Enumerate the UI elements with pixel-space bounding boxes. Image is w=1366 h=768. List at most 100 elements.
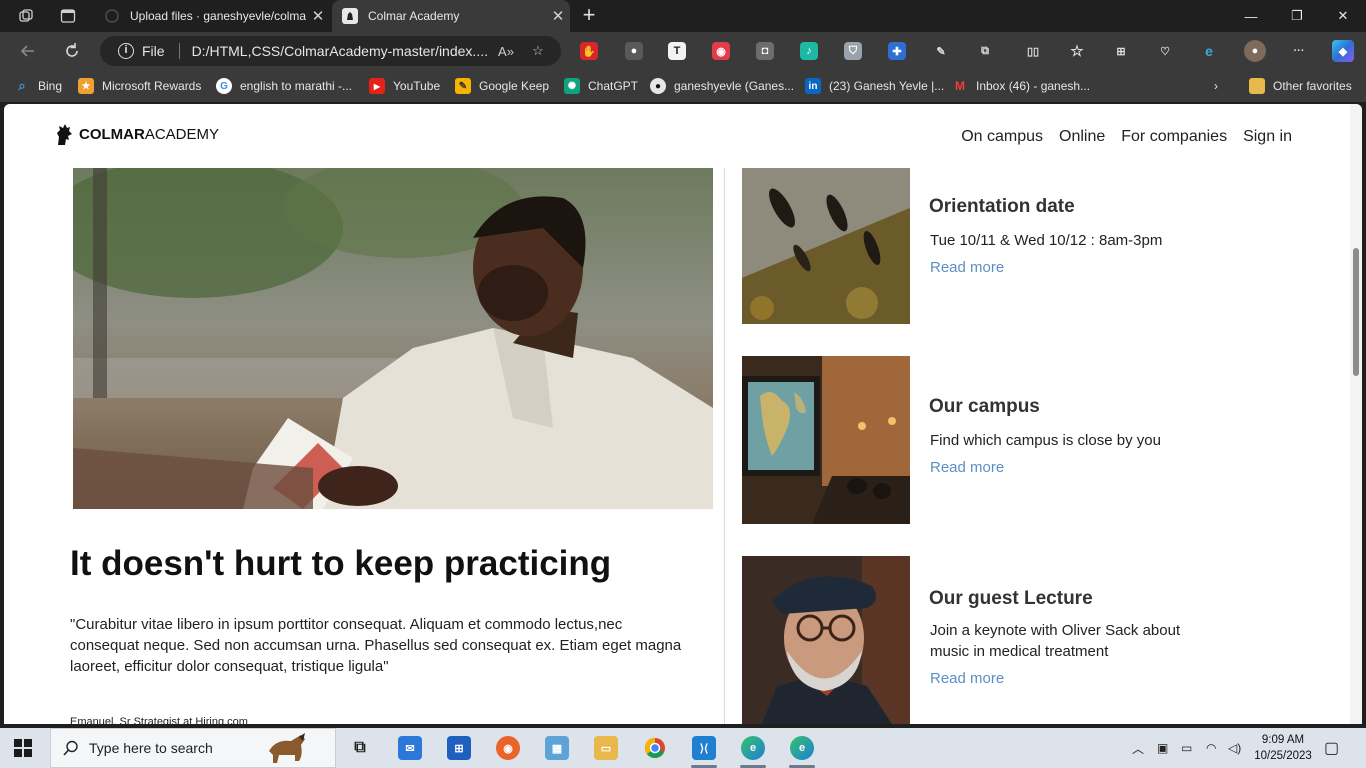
rewards-icon: ★	[78, 78, 94, 94]
google-icon: G	[216, 78, 232, 94]
volume-icon[interactable]: ◁)	[1228, 728, 1241, 768]
profile-avatar[interactable]: ●	[1244, 40, 1266, 62]
card-text: Tue 10/11 & Wed 10/12 : 8am-3pm	[930, 232, 1163, 249]
column-divider	[724, 168, 725, 724]
workspaces-icon[interactable]	[18, 8, 34, 24]
camera-extension-icon[interactable]: ◘	[756, 42, 774, 60]
search-icon: ⌕	[18, 78, 26, 93]
file-explorer-icon[interactable]: ▭	[594, 736, 618, 760]
favorite-english-to-marathi[interactable]: G english to marathi -...	[216, 77, 352, 95]
mouse-extension-icon[interactable]: ●	[625, 42, 643, 60]
github-icon: ●	[650, 78, 666, 94]
folder-icon	[1249, 78, 1265, 94]
clock-date: 10/25/2023	[1254, 750, 1312, 762]
card-title: Our guest Lecture	[929, 588, 1093, 609]
url-text[interactable]: D:/HTML,CSS/ColmarAcademy-master/index..…	[192, 43, 497, 59]
page-scrollbar[interactable]	[1350, 104, 1362, 724]
new-tab-icon[interactable]: +	[578, 4, 600, 26]
vertical-tabs-icon[interactable]	[60, 8, 76, 24]
favorite-linkedin[interactable]: in (23) Ganesh Yevle |...	[805, 77, 944, 95]
browser-tab-strip: Upload files · ganeshyevle/colmar ✕ Colm…	[0, 0, 1366, 32]
show-hidden-icons-icon[interactable]: ︿	[1132, 728, 1144, 768]
back-icon[interactable]	[18, 41, 38, 61]
minimize-icon[interactable]: —	[1228, 0, 1274, 32]
favorite-gmail[interactable]: M Inbox (46) - ganesh...	[952, 77, 1090, 95]
read-more-link[interactable]: Read more	[930, 670, 1004, 687]
edge-dev-icon[interactable]: e	[790, 736, 814, 760]
address-bar[interactable]: i File D:/HTML,CSS/ColmarAcademy-master/…	[100, 36, 561, 66]
close-tab-icon[interactable]: ✕	[306, 7, 330, 25]
favorites-icon[interactable]: ☆	[1068, 42, 1086, 60]
control-panel-icon[interactable]: ▦	[545, 736, 569, 760]
audio-extension-icon[interactable]: ♪	[800, 42, 818, 60]
nav-sign-in[interactable]: Sign in	[1243, 128, 1292, 146]
site-logo[interactable]: COLMAR ACADEMY	[54, 122, 219, 146]
read-more-link[interactable]: Read more	[930, 459, 1004, 476]
system-clock[interactable]: 9:09 AM 10/25/2023	[1250, 732, 1316, 764]
eyedropper-icon[interactable]: ✎	[932, 42, 950, 60]
nav-online[interactable]: Online	[1059, 128, 1105, 146]
lion-crest-icon	[57, 124, 72, 145]
other-favorites[interactable]: Other favorites	[1249, 77, 1352, 95]
taskbar-search[interactable]: Type here to search	[50, 728, 336, 768]
split-screen-icon[interactable]: ▯▯	[1024, 42, 1042, 60]
browser-essentials-icon[interactable]: ♡	[1156, 42, 1174, 60]
github-icon	[104, 8, 120, 24]
main-nav: On campus Online For companies Sign in	[961, 128, 1292, 146]
task-view-icon[interactable]: ⧉	[348, 736, 372, 760]
card-our-campus: Our campus Find which campus is close by…	[742, 356, 1342, 524]
card-title: Orientation date	[929, 196, 1075, 217]
collections-icon[interactable]: ⊞	[1112, 42, 1130, 60]
edge-icon[interactable]: e	[741, 736, 765, 760]
extensions-icon[interactable]: ⧉	[976, 42, 994, 60]
restore-icon[interactable]: ❐	[1274, 0, 1320, 32]
page-viewport: COLMAR ACADEMY On campus Online For compa…	[4, 104, 1362, 724]
feature-attribution: Emanuel, Sr Strategist at Hiring.com	[70, 716, 248, 724]
more-menu-icon[interactable]: ···	[1290, 42, 1308, 60]
firefox-icon[interactable]: ◉	[496, 736, 520, 760]
nav-for-companies[interactable]: For companies	[1121, 128, 1227, 146]
text-extension-icon[interactable]: T	[668, 42, 686, 60]
chevron-right-icon[interactable]: ›	[1214, 77, 1218, 95]
favorite-youtube[interactable]: ▶ YouTube	[369, 77, 440, 95]
ie-mode-icon[interactable]: e	[1200, 42, 1218, 60]
orientation-photo	[742, 168, 910, 324]
youtube-icon: ▶	[369, 78, 385, 94]
favorite-google-keep[interactable]: ✎ Google Keep	[455, 77, 549, 95]
meet-now-icon[interactable]: ▣	[1157, 728, 1168, 768]
url-scheme: File	[142, 43, 165, 59]
record-extension-icon[interactable]: ◉	[712, 42, 730, 60]
nav-on-campus[interactable]: On campus	[961, 128, 1043, 146]
favorite-github[interactable]: ● ganeshyevle (Ganes...	[650, 77, 794, 95]
close-tab-icon[interactable]: ✕	[546, 7, 570, 25]
refresh-icon[interactable]	[62, 41, 82, 61]
chrome-icon[interactable]	[643, 736, 667, 760]
favorite-chatgpt[interactable]: ✺ ChatGPT	[564, 77, 638, 95]
microsoft-store-icon[interactable]: ⊞	[447, 736, 471, 760]
windows-start-icon[interactable]	[14, 739, 32, 757]
close-window-icon[interactable]: ✕	[1320, 0, 1366, 32]
logo-text-regular: ACADEMY	[144, 125, 220, 143]
wifi-icon[interactable]: ◠	[1206, 728, 1216, 768]
favorite-bing[interactable]: ⌕ Bing	[14, 77, 62, 95]
copilot-icon[interactable]: ◆	[1332, 40, 1354, 62]
battery-icon[interactable]: ▭	[1181, 728, 1192, 768]
favorite-microsoft-rewards[interactable]: ★ Microsoft Rewards	[78, 77, 201, 95]
hero-photo	[73, 168, 713, 509]
site-info-icon[interactable]: i	[118, 43, 134, 59]
feature-headline: It doesn't hurt to keep practicing	[70, 544, 612, 583]
vscode-icon[interactable]: ⟩⟨	[692, 736, 716, 760]
browser-toolbar: i File D:/HTML,CSS/ColmarAcademy-master/…	[0, 32, 1366, 70]
favorite-star-icon[interactable]: ☆	[529, 42, 547, 60]
adblock-extension-icon[interactable]: ✋	[580, 42, 598, 60]
scrollbar-thumb[interactable]	[1353, 248, 1359, 376]
tab-upload-files[interactable]: Upload files · ganeshyevle/colmar ✕	[94, 0, 330, 32]
puzzle-blue-extension-icon[interactable]: ✚	[888, 42, 906, 60]
mail-icon[interactable]: ✉	[398, 736, 422, 760]
tab-colmar-academy[interactable]: Colmar Academy ✕	[332, 0, 570, 32]
read-more-link[interactable]: Read more	[930, 259, 1004, 276]
card-text: Join a keynote with Oliver Sack about mu…	[930, 622, 1181, 660]
read-aloud-icon[interactable]: A»	[497, 42, 515, 60]
shield-extension-icon[interactable]: ⛉	[844, 42, 862, 60]
notifications-icon[interactable]: ▢	[1324, 728, 1339, 768]
